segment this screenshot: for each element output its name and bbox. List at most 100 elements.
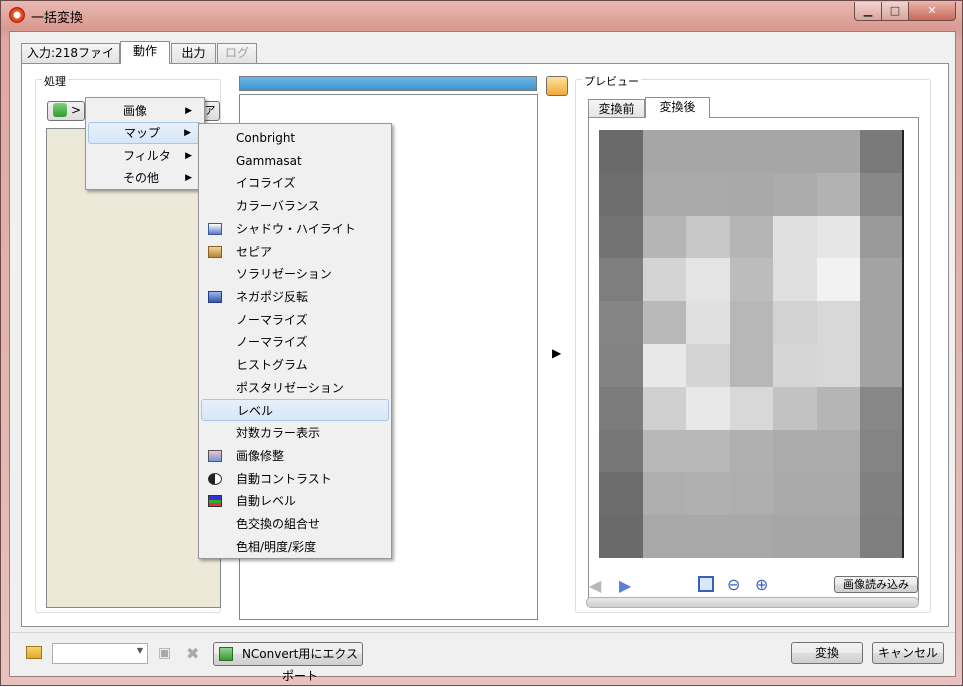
- submenu-item[interactable]: カラーバランス: [201, 195, 389, 217]
- submenu-item-label: ノーマライズ: [236, 335, 308, 350]
- submenu-item[interactable]: シャドウ・ハイライト: [201, 218, 389, 240]
- close-button[interactable]: ✕: [908, 2, 956, 21]
- tab-action[interactable]: 動作: [120, 41, 170, 64]
- submenu-item[interactable]: 自動レベル: [201, 490, 389, 512]
- preview-pixel-block: [729, 515, 774, 558]
- submenu-item[interactable]: 色相/明度/彩度: [201, 536, 389, 558]
- submenu-item[interactable]: セピア: [201, 241, 389, 263]
- preview-pixel-block: [642, 172, 687, 216]
- preview-pixel-block: [816, 258, 861, 302]
- submenu-item[interactable]: ネガポジ反転: [201, 286, 389, 308]
- auto-levels-icon: [208, 495, 222, 508]
- preview-pixel-block: [816, 429, 861, 473]
- submenu-item[interactable]: Conbright: [201, 127, 389, 149]
- preview-pixel-block: [729, 258, 774, 302]
- preview-group-label: プレビュー: [582, 73, 641, 89]
- preview-pixel-block: [816, 301, 861, 344]
- preview-pixel-block: [686, 172, 730, 216]
- add-action-button[interactable]: >: [47, 101, 85, 121]
- submenu-item-label: イコライズ: [236, 176, 296, 191]
- preview-pixel-block: [816, 472, 861, 516]
- submenu-item[interactable]: Gammasat: [201, 150, 389, 172]
- tab-output[interactable]: 出力: [171, 43, 216, 63]
- preview-pixel-block: [729, 429, 774, 473]
- preset-combo[interactable]: ▼: [52, 643, 148, 664]
- submenu-item[interactable]: ポスタリゼーション: [201, 377, 389, 399]
- preview-pixel-block: [686, 258, 730, 302]
- action-menu: 画像 ▶ マップ ▶ フィルタ ▶ その他 ▶: [85, 97, 205, 190]
- preview-pixel-block: [642, 215, 687, 259]
- tab-after[interactable]: 変換後: [645, 97, 710, 118]
- preview-pixel-block: [729, 130, 774, 173]
- maximize-button[interactable]: □: [881, 2, 909, 21]
- submenu-item-label: ソラリゼーション: [236, 267, 332, 282]
- submenu-item[interactable]: 対数カラー表示: [201, 422, 389, 444]
- prev-arrow-icon[interactable]: ◀: [589, 576, 601, 595]
- submenu-item-label: ノーマライズ: [236, 312, 308, 327]
- preview-pixel-block: [860, 343, 904, 387]
- submenu-item-label: Gammasat: [236, 153, 302, 168]
- submenu-item[interactable]: 色交換の組合せ: [201, 513, 389, 535]
- menu-item-image[interactable]: 画像 ▶: [88, 100, 202, 122]
- preview-pixel-block: [642, 429, 687, 473]
- open-folder-icon[interactable]: [26, 646, 42, 659]
- preview-pixel-block: [816, 386, 861, 430]
- submenu-item-label: 色交換の組合せ: [236, 516, 321, 531]
- preview-pixel-block: [773, 130, 817, 173]
- preview-pixel-block: [860, 301, 904, 344]
- preview-pixel-block: [773, 386, 817, 430]
- auto-contrast-icon: [208, 472, 222, 485]
- cancel-button[interactable]: キャンセル: [872, 642, 944, 664]
- submenu-item[interactable]: イコライズ: [201, 172, 389, 194]
- preview-pixel-block: [686, 301, 730, 344]
- menu-item-map[interactable]: マップ ▶: [88, 122, 202, 144]
- preview-pixel-block: [599, 386, 643, 430]
- negative-icon: [208, 290, 222, 303]
- tab-input[interactable]: 入力:218ファイル: [21, 43, 120, 78]
- submenu-item[interactable]: ノーマライズ: [201, 331, 389, 353]
- minimize-button[interactable]: ▁: [854, 2, 882, 21]
- preview-image-edge: [902, 130, 904, 558]
- preview-pixel-block: [599, 215, 643, 259]
- submenu-item-label: 対数カラー表示: [236, 426, 321, 441]
- submenu-item-label: ネガポジ反転: [236, 289, 309, 304]
- preview-pixel-block: [816, 343, 861, 387]
- load-image-button[interactable]: 画像読み込み: [834, 576, 918, 593]
- preview-pixel-block: [642, 130, 687, 173]
- submenu-item[interactable]: レベル: [201, 399, 389, 422]
- tab-before[interactable]: 変換前: [588, 99, 645, 118]
- preview-pixel-block: [599, 258, 643, 302]
- preview-pixel-block: [729, 472, 774, 516]
- fit-to-window-icon[interactable]: [698, 576, 714, 592]
- submenu-item[interactable]: ノーマライズ: [201, 309, 389, 331]
- preview-pixel-block: [773, 301, 817, 344]
- preview-pixel-block: [599, 343, 643, 387]
- export-icon: [219, 647, 233, 661]
- delete-icon[interactable]: ✖: [186, 644, 199, 663]
- submenu-item[interactable]: ソラリゼーション: [201, 263, 389, 285]
- submenu-item-label: 自動レベル: [236, 494, 297, 509]
- chevron-down-icon: ▼: [136, 646, 143, 655]
- preview-pixel-block: [642, 386, 687, 430]
- preview-pixel-block: [729, 172, 774, 216]
- preview-pixel-block: [686, 130, 730, 173]
- menu-item-filter[interactable]: フィルタ ▶: [88, 145, 202, 167]
- zoom-out-icon[interactable]: ⊖: [727, 575, 740, 594]
- zoom-in-icon[interactable]: ⊕: [755, 575, 768, 594]
- convert-button[interactable]: 変換: [791, 642, 863, 664]
- submenu-item[interactable]: 自動コントラスト: [201, 468, 389, 490]
- action-list[interactable]: [46, 128, 221, 608]
- submenu-item[interactable]: 画像修整: [201, 445, 389, 467]
- preview-scrollbar[interactable]: [586, 597, 919, 608]
- preview-pixel-block: [729, 215, 774, 259]
- save-icon[interactable]: ▣: [158, 645, 171, 661]
- add-icon: [53, 103, 67, 117]
- tab-log[interactable]: ログ: [217, 43, 257, 63]
- menu-item-other[interactable]: その他 ▶: [88, 167, 202, 189]
- export-nconvert-button[interactable]: NConvert用にエクスポート: [213, 642, 363, 683]
- preview-refresh-icon[interactable]: [546, 76, 568, 96]
- next-arrow-icon[interactable]: ▶: [619, 576, 631, 595]
- submenu-item[interactable]: ヒストグラム: [201, 354, 389, 376]
- preview-pixel-block: [599, 130, 643, 173]
- title-bar[interactable]: 一括変換 ▁ □ ✕: [1, 1, 962, 29]
